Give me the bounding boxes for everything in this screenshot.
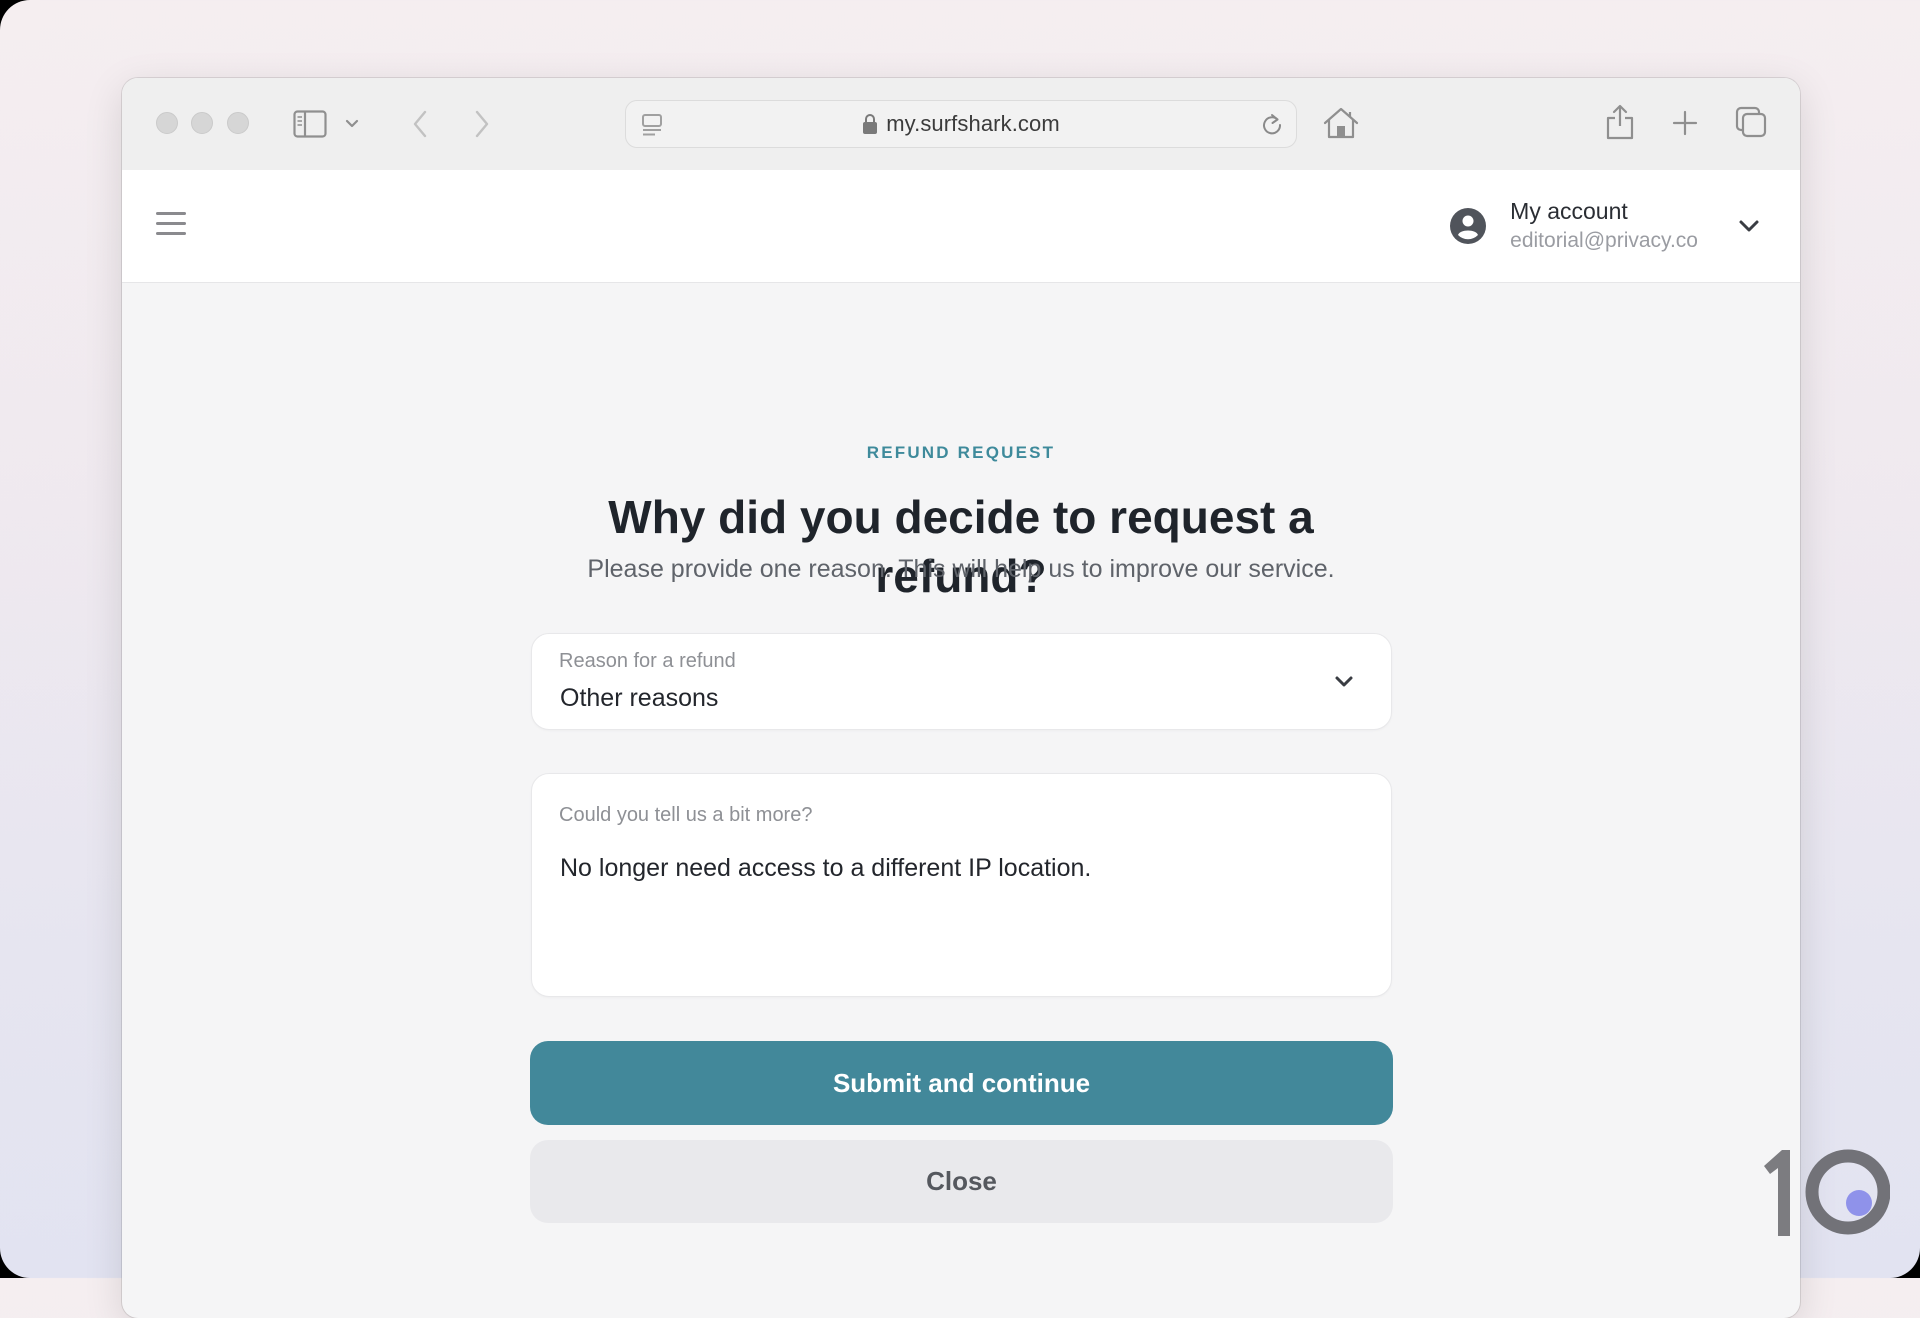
refund-details-textarea[interactable]: Could you tell us a bit more? No longer … bbox=[531, 773, 1392, 997]
reload-button[interactable] bbox=[1258, 111, 1286, 139]
screen-corner bbox=[1880, 1238, 1920, 1278]
refund-details-label: Could you tell us a bit more? bbox=[559, 804, 813, 826]
account-info: My account editorial@privacy.co bbox=[1510, 196, 1698, 256]
refund-details-value: No longer need access to a different IP … bbox=[560, 854, 1092, 882]
sidebar-menu-button[interactable] bbox=[342, 114, 362, 134]
share-button[interactable] bbox=[1604, 102, 1636, 142]
tabs-icon bbox=[1735, 106, 1767, 138]
sidebar-icon bbox=[293, 110, 327, 138]
page-title-text: Why did you decide to request a refund? bbox=[608, 491, 1314, 602]
refund-reason-label: Reason for a refund bbox=[559, 650, 736, 672]
account-menu[interactable]: My account editorial@privacy.co bbox=[1450, 190, 1760, 262]
eyebrow-label: REFUND REQUEST bbox=[866, 443, 1056, 462]
account-email: editorial@privacy.co bbox=[1510, 229, 1698, 252]
submit-and-continue-button[interactable]: Submit and continue bbox=[530, 1041, 1393, 1125]
home-button[interactable] bbox=[1322, 104, 1360, 142]
plus-icon bbox=[1672, 110, 1698, 136]
reload-icon bbox=[1263, 114, 1282, 135]
chevron-down-icon bbox=[1335, 676, 1353, 687]
new-tab-button[interactable] bbox=[1670, 108, 1700, 138]
share-icon bbox=[1606, 104, 1634, 140]
watermark-dot bbox=[1846, 1190, 1872, 1216]
page-title: Why did you decide to request a refund? bbox=[122, 488, 1800, 606]
app-header: My account editorial@privacy.co bbox=[122, 170, 1800, 283]
page-subtitle: Please provide one reason. This will hel… bbox=[587, 555, 1335, 583]
hamburger-menu-button[interactable] bbox=[156, 212, 186, 236]
close-window-button[interactable] bbox=[156, 112, 178, 134]
screen-corner bbox=[0, 0, 40, 40]
browser-window: my.surfshark.com My account editorial@pr… bbox=[122, 78, 1800, 1318]
hamburger-icon bbox=[156, 232, 186, 235]
home-icon bbox=[1323, 107, 1359, 139]
chevron-down-icon bbox=[1739, 220, 1759, 232]
zoom-window-button[interactable] bbox=[227, 112, 249, 134]
close-button-label: Close bbox=[926, 1166, 997, 1196]
chevron-right-icon bbox=[475, 110, 489, 138]
chevron-left-icon bbox=[413, 110, 427, 138]
submit-button-label: Submit and continue bbox=[832, 1067, 1091, 1098]
minimize-window-button[interactable] bbox=[191, 112, 213, 134]
lock-icon bbox=[863, 114, 878, 134]
chevron-down-icon bbox=[345, 119, 359, 128]
refund-request-page: REFUND REQUEST Why did you decide to req… bbox=[122, 283, 1800, 1318]
refund-reason-select[interactable]: Reason for a refund Other reasons bbox=[531, 633, 1392, 730]
tabs-overview-button[interactable] bbox=[1734, 105, 1768, 139]
watermark-logo bbox=[1764, 1149, 1890, 1236]
hamburger-icon bbox=[156, 222, 186, 225]
address-bar[interactable]: my.surfshark.com bbox=[625, 100, 1297, 148]
account-title: My account bbox=[1510, 198, 1628, 224]
browser-toolbar: my.surfshark.com bbox=[122, 78, 1800, 171]
url-text: my.surfshark.com bbox=[886, 111, 1060, 136]
hamburger-icon bbox=[156, 212, 186, 215]
refund-reason-value: Other reasons bbox=[560, 684, 719, 712]
watermark-ring bbox=[1805, 1149, 1890, 1235]
sidebar-toggle-button[interactable] bbox=[292, 108, 328, 140]
screen-corner bbox=[0, 1238, 40, 1278]
user-circle-icon bbox=[1450, 208, 1487, 244]
url-display: my.surfshark.com bbox=[626, 101, 1296, 147]
close-button[interactable]: Close bbox=[530, 1140, 1393, 1223]
forward-button[interactable] bbox=[470, 106, 494, 142]
watermark-digit-one bbox=[1764, 1150, 1790, 1236]
back-button[interactable] bbox=[408, 106, 432, 142]
